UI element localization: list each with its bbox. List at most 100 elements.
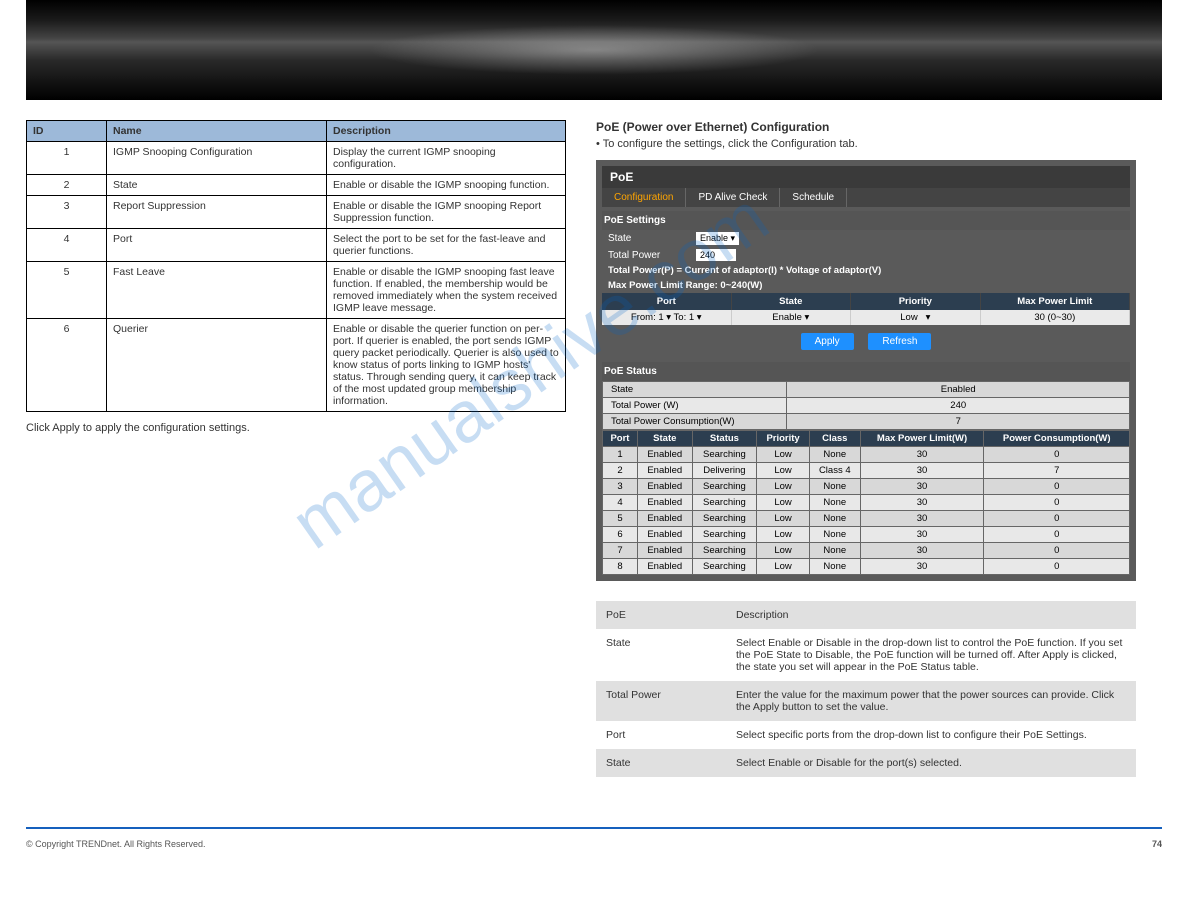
poe-desc: • To configure the settings, click the C… <box>596 138 1136 150</box>
max-power-input[interactable]: 30 <box>1034 312 1045 323</box>
hdr-port: Port <box>602 293 732 310</box>
info-key: Port <box>596 721 726 749</box>
ps-cell: Searching <box>692 511 757 527</box>
hdr-priority: Priority <box>851 293 981 310</box>
ps-cell: 7 <box>984 463 1130 479</box>
tab-schedule[interactable]: Schedule <box>780 188 847 207</box>
hdr-state: State <box>732 293 852 310</box>
info-hdr-1: PoE <box>596 601 726 629</box>
ps-col: Max Power Limit(W) <box>860 431 984 447</box>
port-value-row: From: 1 ▾ To: 1 ▾ Enable ▾ Low ▾ 30 (0~3… <box>602 310 1130 325</box>
poe-panel: PoE Configuration PD Alive Check Schedul… <box>596 160 1136 581</box>
ps-col: Port <box>603 431 638 447</box>
ps-cell: None <box>809 495 860 511</box>
page-rule <box>26 827 1162 829</box>
th-name: Name <box>107 121 327 142</box>
total-power-input[interactable]: 240 <box>696 249 736 261</box>
ps-cell: None <box>809 527 860 543</box>
cfg-desc: Display the current IGMP snooping config… <box>327 142 566 175</box>
ps-cell: Searching <box>692 543 757 559</box>
info-key: State <box>596 629 726 681</box>
hdr-max-power: Max Power Limit <box>981 293 1130 310</box>
to-select[interactable]: 1 ▾ <box>689 312 702 323</box>
from-select[interactable]: 1 ▾ <box>658 312 671 323</box>
ps-col: Status <box>692 431 757 447</box>
ps-col: State <box>637 431 692 447</box>
cfg-id: 2 <box>27 175 107 196</box>
ps-cell: Searching <box>692 527 757 543</box>
ps-cell: Class 4 <box>809 463 860 479</box>
ps-cell: 30 <box>860 479 984 495</box>
th-desc: Description <box>327 121 566 142</box>
ps-cell: Enabled <box>637 511 692 527</box>
ps-cell: Delivering <box>692 463 757 479</box>
priority-select[interactable]: Low ▾ <box>900 312 930 323</box>
ps-cell: Enabled <box>637 543 692 559</box>
ps-cell: 0 <box>984 527 1130 543</box>
ps-cell: None <box>809 479 860 495</box>
ps-cell: 8 <box>603 559 638 575</box>
ps-cell: Enabled <box>637 559 692 575</box>
ps-cell: 0 <box>984 543 1130 559</box>
formula-2: Max Power Limit Range: 0~240(W) <box>602 278 1130 293</box>
info-hdr-2: Description <box>726 601 1136 629</box>
ps-cell: 4 <box>603 495 638 511</box>
total-power-label: Total Power <box>608 250 688 261</box>
cfg-id: 5 <box>27 262 107 319</box>
ps-cell: Low <box>757 527 810 543</box>
ps-cell: 30 <box>860 511 984 527</box>
cfg-id: 3 <box>27 196 107 229</box>
ps-cell: Low <box>757 543 810 559</box>
poe-title: PoE (Power over Ethernet) Configuration <box>596 120 1136 134</box>
ps-cell: 1 <box>603 447 638 463</box>
ps-cell: 0 <box>984 495 1130 511</box>
apply-note: Click Apply to apply the configuration s… <box>26 422 566 434</box>
ps-col: Class <box>809 431 860 447</box>
state-select[interactable]: Enable ▾ <box>696 232 739 245</box>
tab-configuration[interactable]: Configuration <box>602 188 686 207</box>
cfg-id: 4 <box>27 229 107 262</box>
stat-key: State <box>603 382 787 398</box>
cfg-desc: Select the port to be set for the fast-l… <box>327 229 566 262</box>
cfg-name: Port <box>107 229 327 262</box>
cfg-id: 1 <box>27 142 107 175</box>
ps-cell: 30 <box>860 527 984 543</box>
th-id: ID <box>27 121 107 142</box>
cfg-desc: Enable or disable the querier function o… <box>327 319 566 412</box>
ps-cell: 30 <box>860 495 984 511</box>
tabs: Configuration PD Alive Check Schedule <box>602 188 1130 207</box>
cfg-desc: Enable or disable the IGMP snooping func… <box>327 175 566 196</box>
stat-val: 7 <box>787 414 1130 430</box>
poe-status-header: PoE Status <box>602 362 1130 381</box>
port-state-select[interactable]: Enable ▾ <box>772 312 809 323</box>
page-number: 74 <box>1152 839 1162 849</box>
max-power-range: (0~30) <box>1048 312 1076 323</box>
ps-cell: 5 <box>603 511 638 527</box>
ps-cell: Low <box>757 559 810 575</box>
copyright: © Copyright TRENDnet. All Rights Reserve… <box>26 839 206 849</box>
ps-cell: Enabled <box>637 463 692 479</box>
apply-button[interactable]: Apply <box>801 333 854 350</box>
ps-col: Power Consumption(W) <box>984 431 1130 447</box>
from-label: From: <box>631 312 656 323</box>
ps-cell: 6 <box>603 527 638 543</box>
ps-col: Priority <box>757 431 810 447</box>
stat-key: Total Power (W) <box>603 398 787 414</box>
ps-cell: 30 <box>860 447 984 463</box>
info-val: Select Enable or Disable in the drop-dow… <box>726 629 1136 681</box>
ps-cell: None <box>809 447 860 463</box>
state-label: State <box>608 233 688 244</box>
left-column: ID Name Description 1IGMP Snooping Confi… <box>26 120 566 777</box>
ps-cell: Low <box>757 511 810 527</box>
cfg-name: Report Suppression <box>107 196 327 229</box>
ps-cell: 30 <box>860 543 984 559</box>
ps-cell: Enabled <box>637 527 692 543</box>
stat-val: Enabled <box>787 382 1130 398</box>
cfg-name: Querier <box>107 319 327 412</box>
tab-pd-alive-check[interactable]: PD Alive Check <box>686 188 780 207</box>
info-val: Enter the value for the maximum power th… <box>726 681 1136 721</box>
ps-cell: 30 <box>860 463 984 479</box>
ps-cell: 0 <box>984 559 1130 575</box>
refresh-button[interactable]: Refresh <box>868 333 931 350</box>
cfg-desc: Enable or disable the IGMP snooping Repo… <box>327 196 566 229</box>
